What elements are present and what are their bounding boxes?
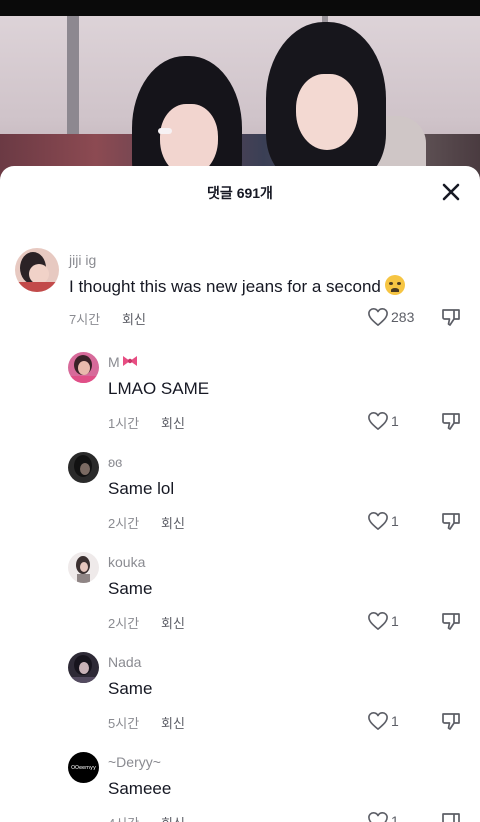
status-bar xyxy=(0,0,480,16)
reply-time: 2시간 xyxy=(108,516,140,531)
like-count: 1 xyxy=(391,513,399,529)
dislike-button[interactable] xyxy=(441,511,461,531)
dislike-button[interactable] xyxy=(441,611,461,631)
reply-button[interactable]: 회신 xyxy=(122,309,146,328)
reply-time: 1시간 xyxy=(108,416,140,431)
reply-username[interactable]: M xyxy=(108,354,139,370)
reply-text: Same xyxy=(108,579,153,598)
like-button[interactable]: 283 xyxy=(367,307,414,327)
thumbs-down-icon xyxy=(442,613,460,630)
avatar-logo-text: OOeemyy xyxy=(71,764,96,771)
reply-text: Same xyxy=(108,679,153,698)
ribbon-bow-icon xyxy=(122,356,137,366)
reply-username[interactable]: kouka xyxy=(108,554,145,570)
like-button[interactable]: 1 xyxy=(367,611,399,631)
like-button[interactable]: 1 xyxy=(367,511,399,531)
loudly-crying-emoji-icon xyxy=(384,275,405,295)
dislike-button[interactable] xyxy=(441,811,461,822)
avatar[interactable] xyxy=(68,352,99,383)
reply-text: Sameee xyxy=(108,779,172,798)
reply-time: 5시간 xyxy=(108,716,140,731)
avatar[interactable] xyxy=(68,652,99,683)
heart-icon xyxy=(368,712,388,730)
comments-sheet: 댓글 691개 jiji ig I thought this was new j… xyxy=(0,166,480,822)
dislike-button[interactable] xyxy=(441,411,461,431)
reply-button[interactable]: 회신 xyxy=(161,713,185,732)
thumbs-down-icon xyxy=(442,513,460,530)
heart-icon xyxy=(368,308,388,326)
reply-username[interactable]: ~Deryy~ xyxy=(108,754,161,770)
thumbs-down-icon xyxy=(442,813,460,822)
reply-time: 2시간 xyxy=(108,616,140,631)
avatar[interactable] xyxy=(68,452,99,483)
like-count: 1 xyxy=(391,413,399,429)
comments-count-title: 댓글 691개 xyxy=(207,185,273,201)
reply-button[interactable]: 회신 xyxy=(161,613,185,632)
like-count: 1 xyxy=(391,813,399,822)
like-button[interactable]: 1 xyxy=(367,811,399,822)
reply-button[interactable]: 회신 xyxy=(161,413,185,432)
reply-username[interactable]: Nada xyxy=(108,654,141,670)
avatar[interactable]: OOeemyy xyxy=(68,752,99,783)
comments-header: 댓글 691개 xyxy=(0,166,480,216)
like-count: 1 xyxy=(391,713,399,729)
person-right-face xyxy=(296,74,358,150)
like-button[interactable]: 1 xyxy=(367,411,399,431)
dislike-button[interactable] xyxy=(441,711,461,731)
hair-clip xyxy=(158,128,172,134)
reply-username[interactable]: ʚɞ xyxy=(108,454,122,470)
avatar[interactable] xyxy=(68,552,99,583)
like-count: 283 xyxy=(391,309,415,325)
heart-icon xyxy=(368,512,388,530)
heart-icon xyxy=(368,412,388,430)
heart-icon xyxy=(368,612,388,630)
comment-time: 7시간 xyxy=(69,312,101,327)
like-count: 1 xyxy=(391,613,399,629)
heart-icon xyxy=(368,812,388,822)
reply-username-text: M xyxy=(108,354,120,370)
thumbs-down-icon xyxy=(442,713,460,730)
like-button[interactable]: 1 xyxy=(367,711,399,731)
comment-text-content: I thought this was new jeans for a secon… xyxy=(69,277,381,296)
avatar[interactable] xyxy=(15,248,59,292)
close-button[interactable] xyxy=(438,179,464,205)
reply-time: 4시간 xyxy=(108,813,139,822)
close-icon xyxy=(442,183,460,201)
dislike-button[interactable] xyxy=(441,307,461,327)
comment-username[interactable]: jiji ig xyxy=(69,252,96,268)
thumbs-down-icon xyxy=(442,309,460,326)
comment-text: I thought this was new jeans for a secon… xyxy=(69,275,405,297)
reply-text: Same lol xyxy=(108,479,175,498)
thumbs-down-icon xyxy=(442,413,460,430)
reply-text: LMAO SAME xyxy=(108,379,210,398)
reply-button[interactable]: 회신 xyxy=(161,813,185,822)
reply-button[interactable]: 회신 xyxy=(161,513,185,532)
